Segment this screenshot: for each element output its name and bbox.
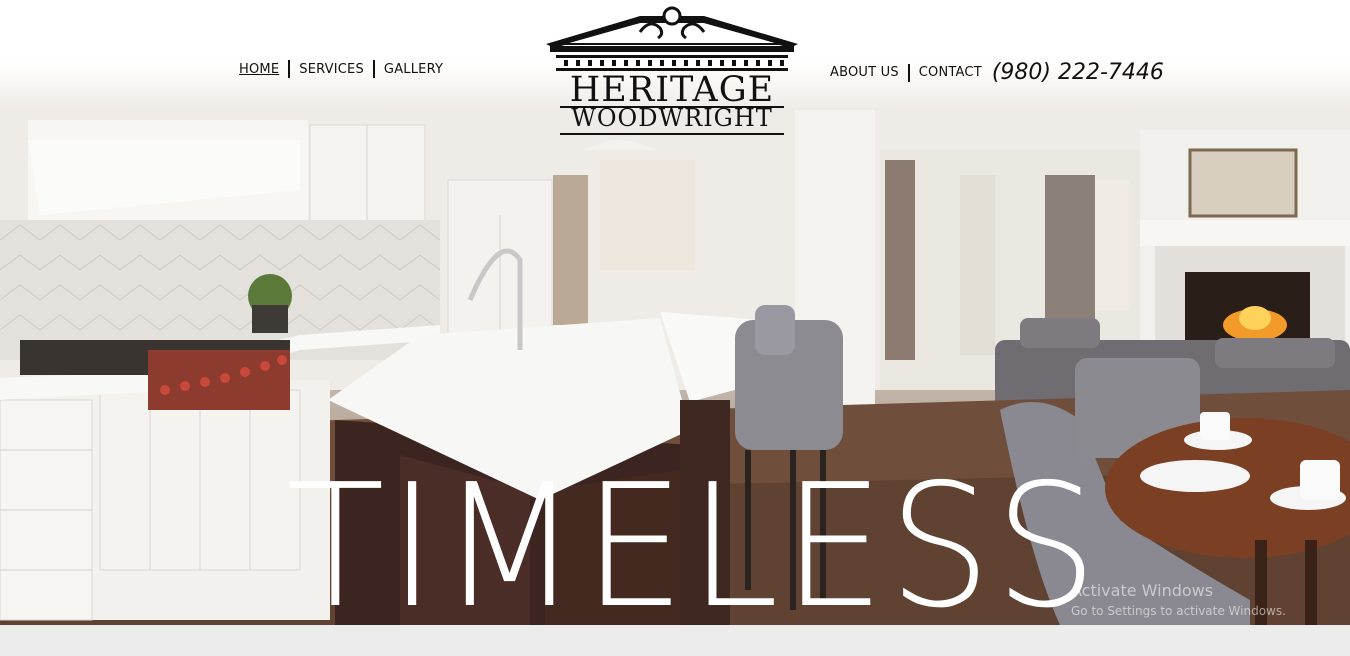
- site-logo[interactable]: HERITAGE WOODWRIGHT: [540, 4, 804, 138]
- hero-headline: TIMELESS: [286, 448, 1102, 625]
- nav-separator: [288, 60, 291, 78]
- nav-about-link[interactable]: ABOUT US: [830, 65, 899, 80]
- site-header: HOME SERVICES GALLERY HERITAGE WOODWRIGH…: [0, 0, 1350, 140]
- watermark-subtitle: Go to Settings to activate Windows.: [1071, 604, 1286, 618]
- nav-home-link[interactable]: HOME: [239, 62, 279, 77]
- logo-line-2: WOODWRIGHT: [571, 104, 773, 132]
- activate-windows-watermark: Activate Windows Go to Settings to activ…: [1071, 581, 1286, 618]
- nav-separator: [907, 63, 910, 82]
- nav-separator: [372, 60, 375, 78]
- page-bottom-strip: [0, 625, 1350, 656]
- nav-right: ABOUT US CONTACT (980) 222-7446: [830, 60, 1164, 85]
- phone-number-link[interactable]: (980) 222-7446: [992, 60, 1164, 85]
- nav-gallery-link[interactable]: GALLERY: [384, 62, 443, 77]
- watermark-title: Activate Windows: [1071, 581, 1214, 600]
- logo-line-1: HERITAGE: [569, 70, 775, 110]
- nav-contact-link[interactable]: CONTACT: [919, 65, 982, 80]
- nav-services-link[interactable]: SERVICES: [299, 62, 364, 77]
- nav-left: HOME SERVICES GALLERY: [239, 60, 443, 78]
